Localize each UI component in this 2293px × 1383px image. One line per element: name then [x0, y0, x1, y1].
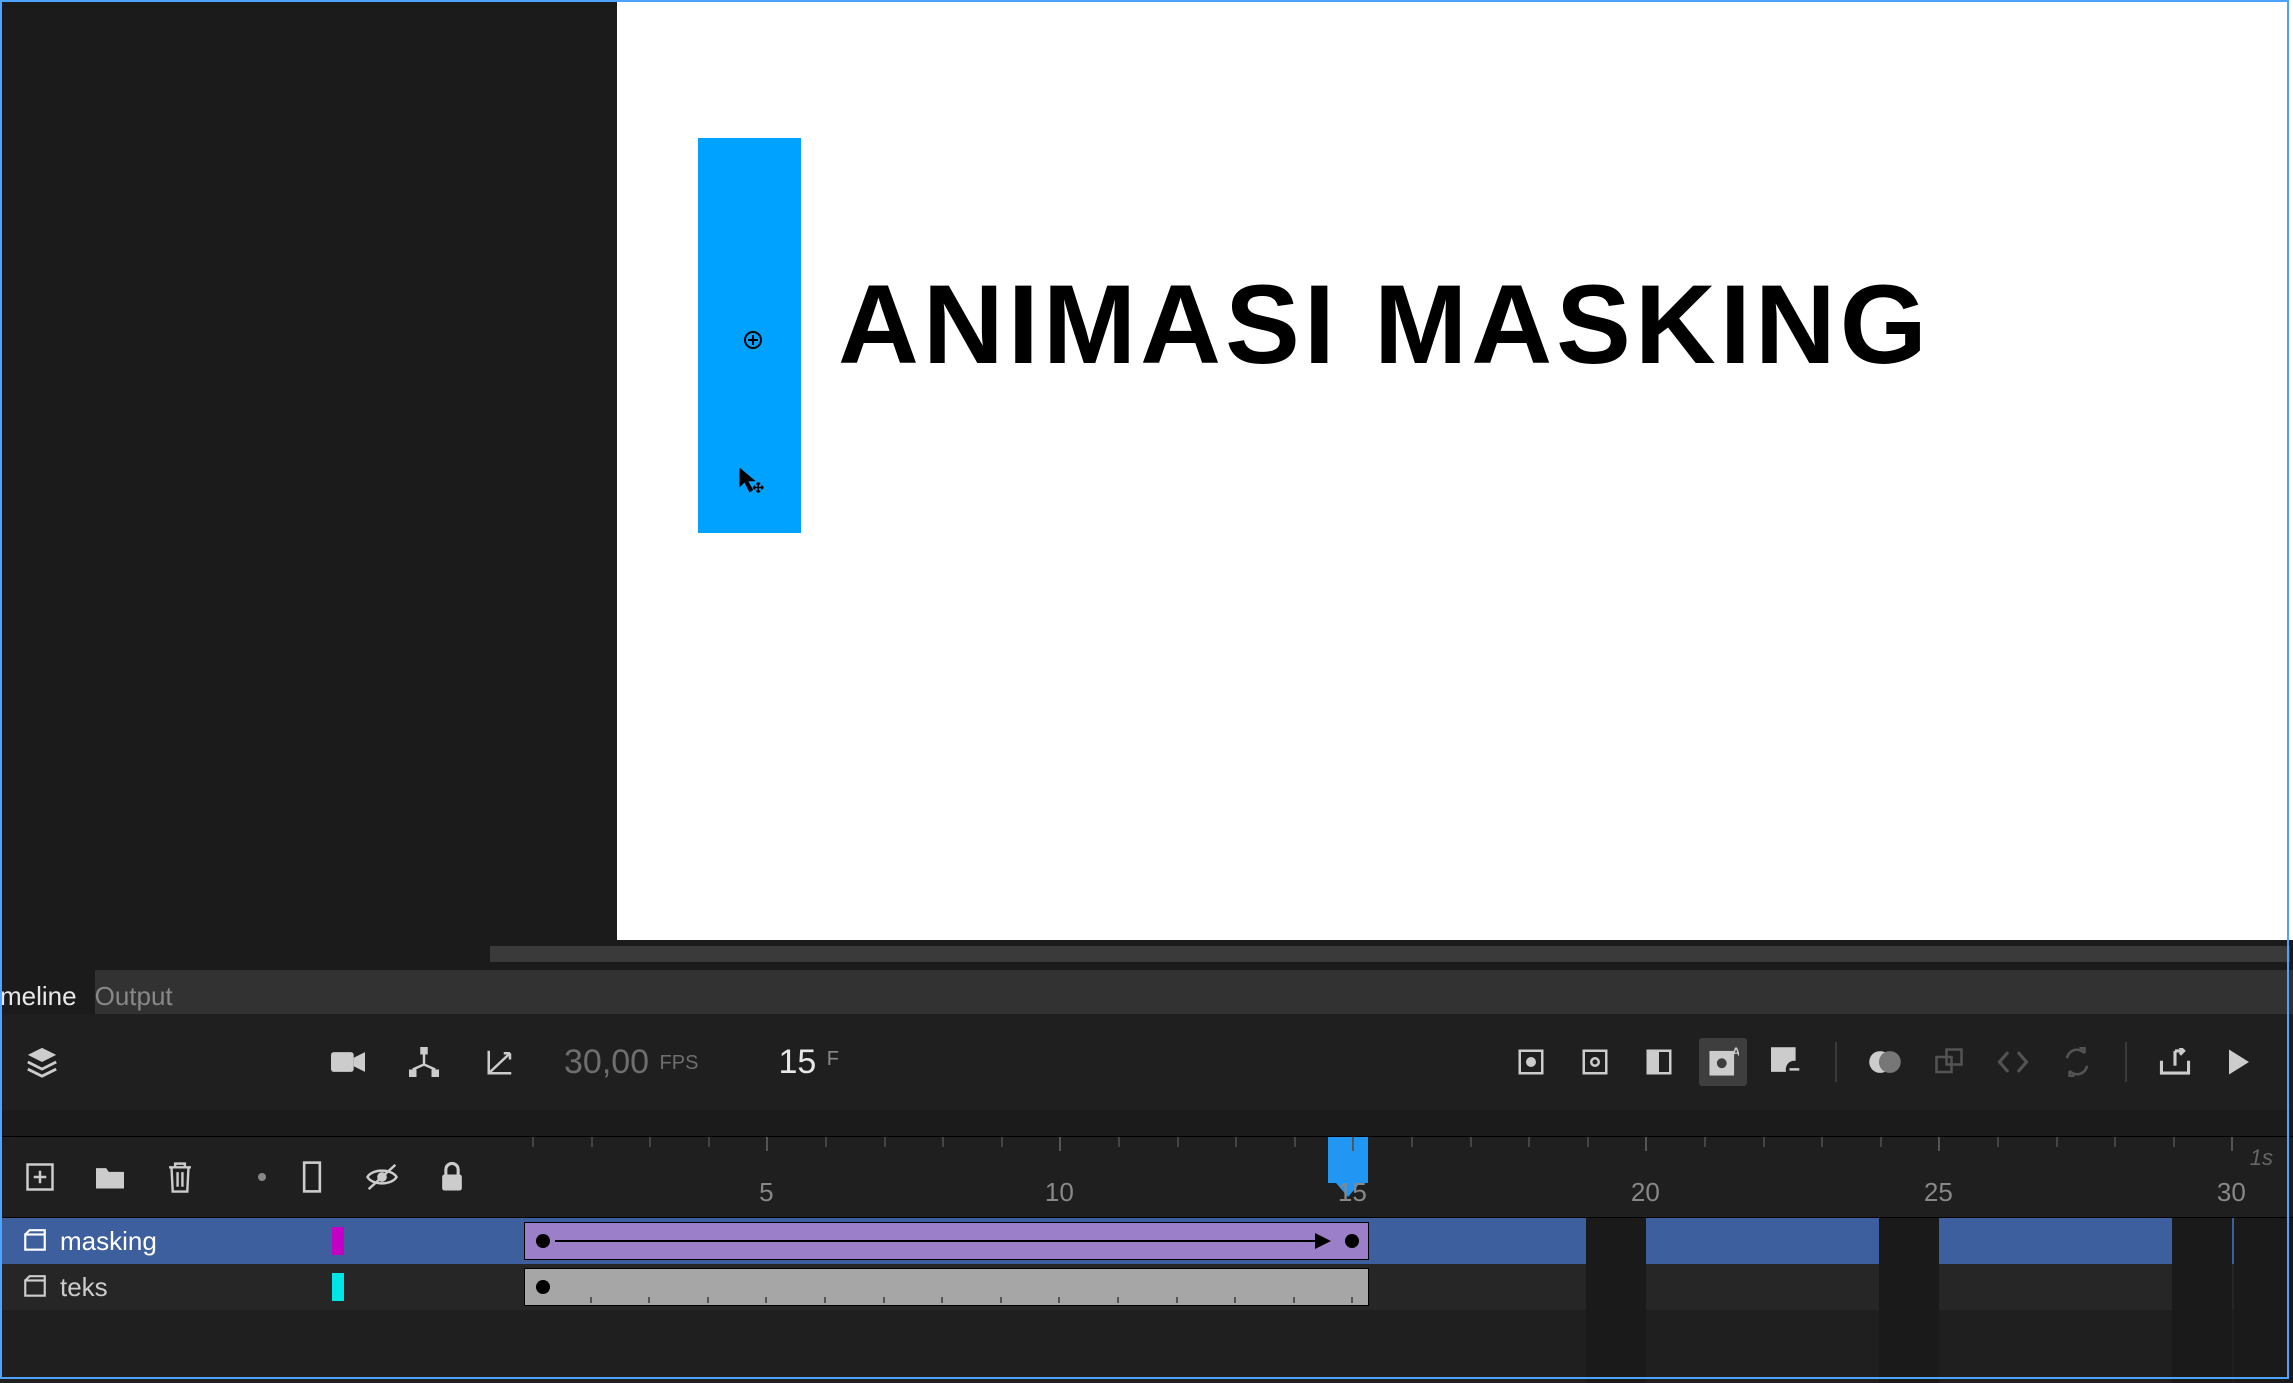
tab-timeline-label: meline	[0, 981, 77, 1012]
auto-keyframe-icon[interactable]: A	[1699, 1038, 1747, 1086]
rig-icon[interactable]	[400, 1038, 448, 1086]
registration-point-icon	[744, 331, 762, 349]
lock-icon[interactable]	[428, 1153, 476, 1201]
play-icon[interactable]	[2215, 1038, 2263, 1086]
camera-icon[interactable]	[324, 1038, 372, 1086]
layer-track-teks[interactable]	[524, 1264, 2293, 1310]
frame-insert-icon[interactable]	[1635, 1038, 1683, 1086]
frame-readout[interactable]: 15 F	[738, 1043, 839, 1082]
fps-value: 30,00	[564, 1043, 649, 1081]
tab-output-label: Output	[95, 981, 173, 1012]
tab-timeline[interactable]: meline	[0, 970, 95, 1014]
separator	[1835, 1042, 1837, 1082]
ruler-number: 5	[759, 1177, 773, 1208]
layer-row-teks[interactable]: teks	[0, 1264, 2293, 1310]
separator	[2125, 1042, 2127, 1082]
layers-container: masking teks	[0, 1218, 2293, 1383]
layer-type-icon	[22, 1228, 48, 1254]
layer-name: teks	[60, 1272, 108, 1303]
convert-symbol-icon	[2053, 1038, 2101, 1086]
svg-text:A: A	[1732, 1046, 1739, 1059]
layer-color-swatch[interactable]	[332, 1273, 344, 1301]
frame-value: 15	[778, 1043, 816, 1081]
timeline-toolbar: 30,00 FPS 15 F A	[0, 1014, 2293, 1110]
fps-label: FPS	[660, 1052, 699, 1074]
ruler-number: 10	[1045, 1177, 1074, 1208]
layer-track-masking[interactable]	[524, 1218, 2293, 1264]
new-folder-icon[interactable]	[86, 1153, 134, 1201]
frame-label: F	[827, 1048, 839, 1070]
export-icon[interactable]	[2151, 1038, 2199, 1086]
layer-color-swatch[interactable]	[332, 1227, 344, 1255]
code-snippet-icon	[1989, 1038, 2037, 1086]
layers-stack-icon[interactable]	[18, 1038, 66, 1086]
visibility-icon[interactable]	[358, 1153, 406, 1201]
panel-tabs: meline Output	[0, 970, 2293, 1014]
ruler-number: 20	[1631, 1177, 1660, 1208]
ruler-seconds-label: 1s	[2250, 1145, 2273, 1171]
layer-type-icon	[22, 1274, 48, 1300]
ruler-number: 15	[1338, 1177, 1367, 1208]
onion-skin-icon[interactable]	[1861, 1038, 1909, 1086]
move-cursor-icon	[737, 465, 767, 495]
stage-area: ANIMASI MASKING	[0, 0, 2293, 955]
remove-frame-icon[interactable]	[1763, 1038, 1811, 1086]
new-layer-icon[interactable]	[16, 1153, 64, 1201]
stage-canvas[interactable]	[617, 0, 2293, 940]
outline-icon[interactable]	[288, 1153, 336, 1201]
canvas-text[interactable]: ANIMASI MASKING	[838, 260, 1931, 389]
highlight-dot-icon[interactable]	[258, 1173, 266, 1181]
layer-row-masking[interactable]: masking	[0, 1218, 2293, 1264]
blank-keyframe-icon[interactable]	[1571, 1038, 1619, 1086]
timeline-ruler[interactable]: 1s 5 10 15 20 25 30	[524, 1137, 2293, 1217]
delete-layer-icon[interactable]	[156, 1153, 204, 1201]
stage-horizontal-scrollbar[interactable]	[490, 946, 2290, 962]
tab-output[interactable]: Output	[95, 970, 191, 1014]
fps-readout[interactable]: 30,00 FPS	[564, 1043, 698, 1082]
layer-header: 1s 5 10 15 20 25 30	[0, 1136, 2293, 1218]
ruler-number: 25	[1924, 1177, 1953, 1208]
empty-layer-space	[0, 1310, 2293, 1383]
ruler-number: 30	[2217, 1177, 2246, 1208]
swap-symbol-icon	[1925, 1038, 1973, 1086]
graph-icon[interactable]	[476, 1038, 524, 1086]
keyframe-insert-icon[interactable]	[1507, 1038, 1555, 1086]
layer-name: masking	[60, 1226, 157, 1257]
